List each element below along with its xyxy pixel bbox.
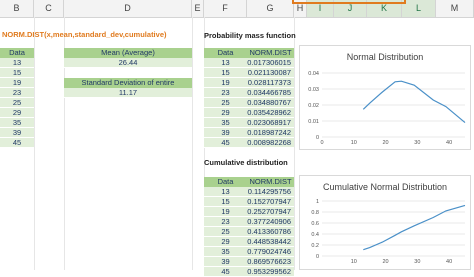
grid-line <box>192 17 193 270</box>
grid-line <box>34 17 35 270</box>
pmf-normdist-cell[interactable]: 0.034880767 <box>247 98 294 108</box>
y-tick-label: 0.4 <box>311 232 319 238</box>
pmf-normdist-cell[interactable]: 0.008982268 <box>247 138 294 148</box>
cdf-data-cell[interactable]: 15 <box>204 197 247 207</box>
column-header-d[interactable]: D <box>64 0 192 17</box>
pmf-data-cell[interactable]: 29 <box>204 108 247 118</box>
y-tick-label: 0.04 <box>308 71 319 77</box>
x-tick-label: 30 <box>414 259 420 265</box>
y-tick-label: 0.6 <box>311 221 319 227</box>
pmf-header-data[interactable]: Data <box>204 48 247 58</box>
column-header-e[interactable]: E <box>192 0 204 17</box>
y-tick-label: 0 <box>316 254 319 260</box>
pmf-normdist-cell[interactable]: 0.017306015 <box>247 58 294 68</box>
pmf-data-cell[interactable]: 23 <box>204 88 247 98</box>
series-line <box>363 81 465 122</box>
column-header-f[interactable]: F <box>204 0 247 17</box>
pmf-normdist-cell[interactable]: 0.021130087 <box>247 68 294 78</box>
column-header-g[interactable]: G <box>247 0 294 17</box>
pmf-data-cell[interactable]: 45 <box>204 138 247 148</box>
chart-plot: 0 0.01 0.02 0.03 0.04 0 10 20 30 40 <box>300 46 470 149</box>
data-cell[interactable]: 13 <box>0 58 34 68</box>
x-tick-label: 40 <box>446 259 452 265</box>
stdev-value[interactable]: 11.17 <box>64 88 192 98</box>
data-cell[interactable]: 29 <box>0 108 34 118</box>
cdf-normdist-cell[interactable]: 0.779024746 <box>247 247 294 257</box>
cdf-data-cell[interactable]: 19 <box>204 207 247 217</box>
column-header-m[interactable]: M <box>436 0 474 17</box>
y-tick-label: 0.2 <box>311 243 319 249</box>
x-tick-label: 40 <box>446 140 452 146</box>
x-tick-label: 30 <box>414 140 420 146</box>
pmf-data-cell[interactable]: 39 <box>204 128 247 138</box>
cdf-section-title: Cumulative distribution <box>204 158 288 167</box>
data-cell[interactable]: 25 <box>0 98 34 108</box>
cdf-header-data[interactable]: Data <box>204 177 247 187</box>
formula-label[interactable]: NORM.DIST(x,mean,standard_dev,cumulative… <box>2 30 166 39</box>
data-cell[interactable]: 15 <box>0 68 34 78</box>
selected-range-indicator <box>292 0 406 4</box>
data-cell[interactable]: 23 <box>0 88 34 98</box>
x-tick-label: 0 <box>320 140 323 146</box>
column-header-c[interactable]: C <box>34 0 64 17</box>
y-tick-label: 0 <box>316 135 319 141</box>
y-tick-label: 0.01 <box>308 119 319 125</box>
pmf-normdist-cell[interactable]: 0.028117373 <box>247 78 294 88</box>
pmf-data-cell[interactable]: 13 <box>204 58 247 68</box>
cdf-data-cell[interactable]: 25 <box>204 227 247 237</box>
column-header-l[interactable]: L <box>402 0 436 17</box>
pmf-normdist-cell[interactable]: 0.035428962 <box>247 108 294 118</box>
pmf-data-cell[interactable]: 35 <box>204 118 247 128</box>
cdf-normdist-cell[interactable]: 0.114295756 <box>247 187 294 197</box>
cdf-normdist-cell[interactable]: 0.252707947 <box>247 207 294 217</box>
data-cell[interactable]: 39 <box>0 128 34 138</box>
data-header[interactable]: Data <box>0 48 34 58</box>
column-header-b[interactable]: B <box>0 0 34 17</box>
cdf-data-cell[interactable]: 29 <box>204 237 247 247</box>
pmf-data-cell[interactable]: 25 <box>204 98 247 108</box>
cdf-data-cell[interactable]: 39 <box>204 257 247 267</box>
chart-plot: 0 0.2 0.4 0.6 0.8 1 10 20 30 40 <box>300 176 470 269</box>
cumulative-distribution-chart[interactable]: Cumulative Normal Distribution 00.20.40.… <box>299 175 471 270</box>
cdf-data-cell[interactable]: 13 <box>204 187 247 197</box>
y-tick-label: 0.02 <box>308 103 319 109</box>
data-cell[interactable]: 35 <box>0 118 34 128</box>
pmf-data-cell[interactable]: 19 <box>204 78 247 88</box>
y-tick-label: 1 <box>316 199 319 205</box>
grid-line <box>294 17 295 270</box>
pmf-section-title: Probability mass function <box>204 31 296 40</box>
data-cell[interactable]: 45 <box>0 138 34 148</box>
pmf-normdist-cell[interactable]: 0.034466785 <box>247 88 294 98</box>
y-tick-label: 0.03 <box>308 87 319 93</box>
x-tick-label: 10 <box>351 259 357 265</box>
cdf-normdist-cell[interactable]: 0.953299562 <box>247 267 294 277</box>
pmf-header-normdist[interactable]: NORM.DIST <box>247 48 294 58</box>
mean-value[interactable]: 26.44 <box>64 58 192 68</box>
x-tick-label: 20 <box>382 259 388 265</box>
normal-distribution-chart[interactable]: Normal Distribution 00.010.020.030.04010… <box>299 45 471 150</box>
data-cell[interactable]: 19 <box>0 78 34 88</box>
x-tick-label: 10 <box>351 140 357 146</box>
pmf-data-cell[interactable]: 15 <box>204 68 247 78</box>
cdf-normdist-cell[interactable]: 0.869576623 <box>247 257 294 267</box>
cdf-data-cell[interactable]: 45 <box>204 267 247 277</box>
cdf-data-cell[interactable]: 35 <box>204 247 247 257</box>
stdev-label[interactable]: Standard Deviation of entire population <box>64 78 192 88</box>
y-tick-label: 0.8 <box>311 210 319 216</box>
mean-label[interactable]: Mean (Average) <box>64 48 192 58</box>
pmf-normdist-cell[interactable]: 0.023068917 <box>247 118 294 128</box>
cdf-normdist-cell[interactable]: 0.413360786 <box>247 227 294 237</box>
cdf-header-normdist[interactable]: NORM.DIST <box>247 177 294 187</box>
cdf-normdist-cell[interactable]: 0.377240906 <box>247 217 294 227</box>
cdf-data-cell[interactable]: 23 <box>204 217 247 227</box>
cdf-normdist-cell[interactable]: 0.152707947 <box>247 197 294 207</box>
x-tick-label: 20 <box>382 140 388 146</box>
pmf-normdist-cell[interactable]: 0.018987242 <box>247 128 294 138</box>
cdf-normdist-cell[interactable]: 0.448538442 <box>247 237 294 247</box>
